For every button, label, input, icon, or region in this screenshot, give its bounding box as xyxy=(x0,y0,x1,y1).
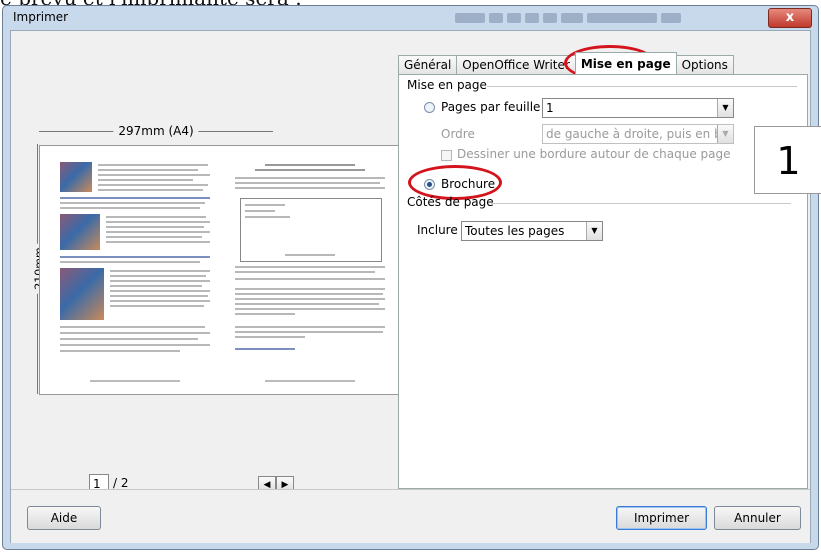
order-value: de gauche à droite, puis en bas xyxy=(546,127,734,141)
print-dialog: Imprimer x 297mm (A4) 210mm xyxy=(2,5,821,550)
tab-openoffice-writer[interactable]: OpenOffice Writer xyxy=(456,55,576,74)
preview-page-right xyxy=(225,154,395,386)
tab-general[interactable]: Général xyxy=(398,55,458,74)
button-bar: Aide Imprimer Annuler xyxy=(11,489,810,543)
chevron-down-icon: ▼ xyxy=(717,99,733,117)
draw-border-label: Dessiner une bordure autour de chaque pa… xyxy=(457,147,731,161)
tab-page-layout[interactable]: Mise en page xyxy=(574,52,677,74)
pages-per-sheet-preview: 1 xyxy=(754,126,821,194)
include-label: Inclure xyxy=(417,223,458,237)
page-layout-panel: Mise en page Pages par feuille 1 ▼ Ordre… xyxy=(398,74,821,489)
pages-per-sheet-select[interactable]: 1 ▼ xyxy=(542,98,734,118)
paper-width-dimension: 297mm (A4) xyxy=(39,124,273,138)
help-button[interactable]: Aide xyxy=(27,506,101,530)
order-select[interactable]: de gauche à droite, puis en bas ▼ xyxy=(542,124,734,144)
pages-per-sheet-label: Pages par feuille xyxy=(441,100,541,114)
dialog-body: 297mm (A4) 210mm xyxy=(10,30,821,543)
chevron-down-icon: ▼ xyxy=(717,125,733,143)
page-total-label: / 2 xyxy=(113,476,129,490)
preview-page-left xyxy=(50,154,220,386)
chevron-down-icon: ▼ xyxy=(586,222,602,240)
brochure-label: Brochure xyxy=(441,177,496,191)
sides-section-divider xyxy=(491,203,791,204)
draw-border-checkbox[interactable] xyxy=(441,150,452,161)
page-preview xyxy=(39,145,401,395)
close-button[interactable]: x xyxy=(768,8,812,28)
pages-per-sheet-radio[interactable] xyxy=(424,102,435,113)
sides-section-title: Côtés de page xyxy=(407,195,494,209)
layout-section-divider xyxy=(487,86,797,87)
close-icon: x xyxy=(785,10,795,25)
blurred-taskbar xyxy=(455,11,755,25)
paper-width-label: 297mm (A4) xyxy=(113,124,199,138)
pages-per-sheet-value: 1 xyxy=(546,101,554,115)
title-bar: Imprimer x xyxy=(3,6,818,30)
include-value: Toutes les pages xyxy=(465,224,565,238)
tab-options[interactable]: Options xyxy=(675,55,734,74)
order-label: Ordre xyxy=(441,127,475,141)
cancel-button[interactable]: Annuler xyxy=(714,506,801,530)
dialog-title: Imprimer xyxy=(13,10,69,24)
preview-pane: 297mm (A4) 210mm xyxy=(12,34,401,494)
include-select[interactable]: Toutes les pages ▼ xyxy=(461,221,603,241)
print-button[interactable]: Imprimer xyxy=(616,506,707,530)
brochure-radio[interactable] xyxy=(424,179,435,190)
layout-section-title: Mise en page xyxy=(407,78,487,92)
